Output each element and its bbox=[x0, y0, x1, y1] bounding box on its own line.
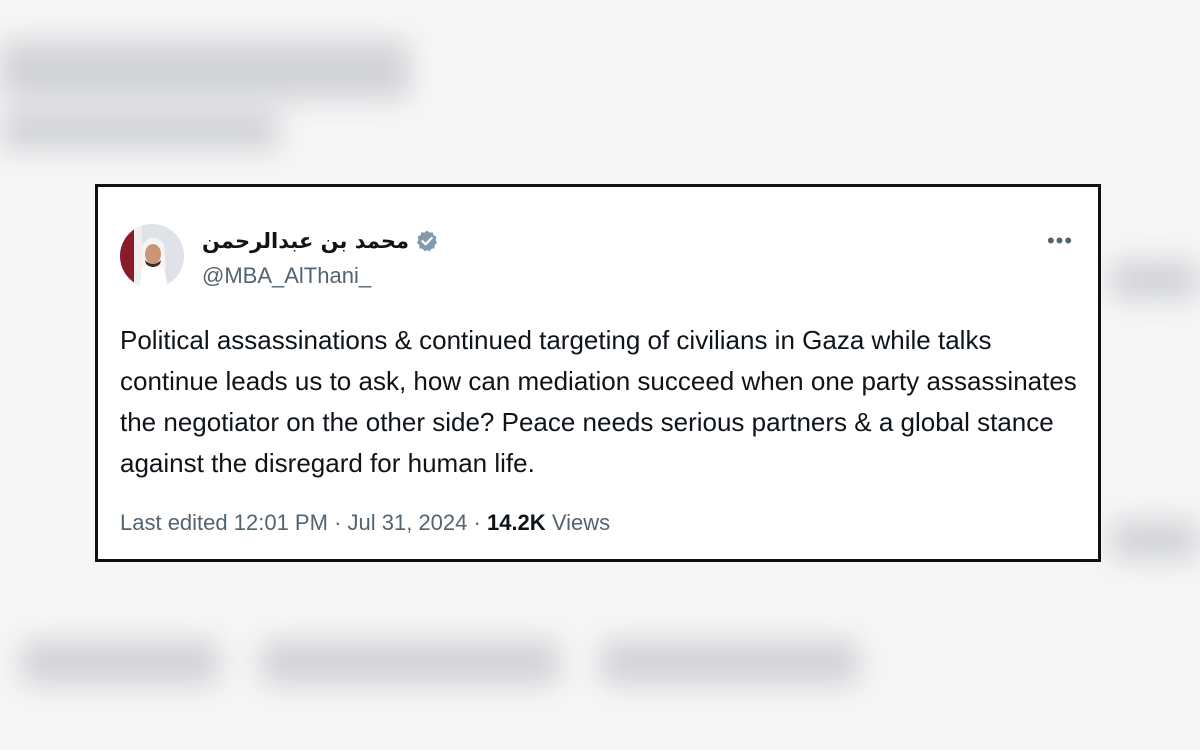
avatar-image bbox=[120, 224, 184, 288]
tweet-text: Political assassinations & continued tar… bbox=[120, 325, 1077, 478]
user-handle[interactable]: @MBA_AlThani_ bbox=[202, 263, 371, 289]
avatar[interactable] bbox=[120, 224, 184, 288]
background-blur bbox=[0, 110, 280, 150]
background-blur bbox=[1110, 260, 1200, 300]
display-name[interactable]: محمد بن عبدالرحمن bbox=[202, 229, 409, 253]
background-blur bbox=[20, 640, 220, 685]
background-blur bbox=[600, 640, 860, 685]
edited-label[interactable]: Last edited bbox=[120, 510, 228, 535]
background-blur bbox=[260, 640, 560, 685]
tweet-date[interactable]: Jul 31, 2024 bbox=[348, 510, 468, 535]
verified-badge-icon bbox=[415, 229, 439, 253]
tweet-time[interactable]: 12:01 PM bbox=[234, 510, 328, 535]
background-blur bbox=[1110, 520, 1200, 560]
meta-separator: · bbox=[473, 510, 481, 535]
meta-separator: · bbox=[334, 510, 342, 535]
tweet-meta: Last edited 12:01 PM · Jul 31, 2024 · 14… bbox=[120, 510, 610, 536]
views-count[interactable]: 14.2K bbox=[487, 510, 546, 535]
background-blur bbox=[0, 40, 410, 100]
more-options-icon[interactable]: ••• bbox=[1044, 228, 1076, 253]
views-label[interactable]: Views bbox=[552, 510, 610, 535]
name-row: محمد بن عبدالرحمن bbox=[202, 229, 439, 253]
screenshot-stage: محمد بن عبدالرحمن @MBA_AlThani_ ••• Poli… bbox=[0, 0, 1200, 750]
tweet-card: محمد بن عبدالرحمن @MBA_AlThani_ ••• Poli… bbox=[95, 184, 1101, 562]
